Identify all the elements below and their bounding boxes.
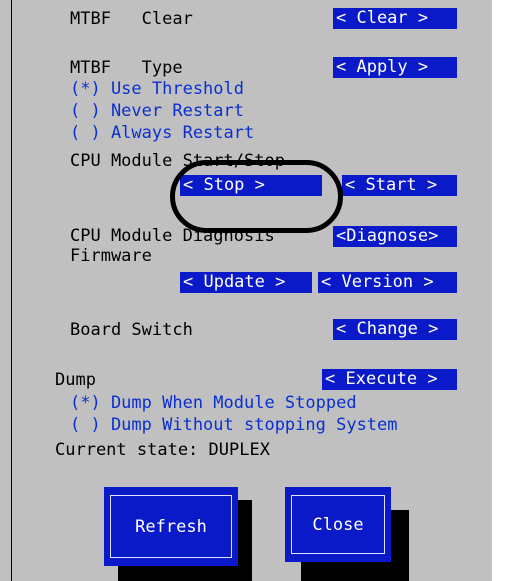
apply-button[interactable]: < Apply > bbox=[333, 57, 457, 78]
update-button[interactable]: < Update > bbox=[180, 272, 312, 293]
radio-never-restart[interactable]: ( ) Never Restart bbox=[70, 101, 244, 121]
dump-label: Dump bbox=[55, 370, 96, 390]
radio-always-restart[interactable]: ( ) Always Restart bbox=[70, 123, 254, 143]
diagnose-button[interactable]: <Diagnose> bbox=[333, 226, 457, 247]
close-button[interactable]: Close bbox=[285, 487, 391, 562]
tui-window: MTBF Clear < Clear > MTBF Type < Apply >… bbox=[0, 0, 492, 581]
change-button[interactable]: < Change > bbox=[333, 319, 457, 340]
mtbf-clear-label: MTBF Clear bbox=[70, 9, 193, 29]
refresh-button-label: Refresh bbox=[135, 516, 207, 537]
stop-button[interactable]: < Stop > bbox=[180, 175, 322, 196]
refresh-button[interactable]: Refresh bbox=[104, 487, 238, 566]
left-border-line bbox=[11, 0, 12, 581]
version-button[interactable]: < Version > bbox=[318, 272, 457, 293]
cpu-start-stop-label: CPU Module Start/Stop bbox=[70, 151, 285, 171]
radio-dump-when-stopped[interactable]: (*) Dump When Module Stopped bbox=[70, 393, 357, 413]
firmware-label: Firmware bbox=[70, 246, 152, 266]
radio-use-threshold[interactable]: (*) Use Threshold bbox=[70, 79, 244, 99]
close-button-label: Close bbox=[312, 514, 364, 535]
cpu-diagnosis-label: CPU Module Diagnosis bbox=[70, 226, 275, 246]
clear-button[interactable]: < Clear > bbox=[333, 8, 457, 29]
current-state-text: Current state: DUPLEX bbox=[55, 440, 270, 460]
radio-dump-without-stopping[interactable]: ( ) Dump Without stopping System bbox=[70, 415, 398, 435]
mtbf-type-label: MTBF Type bbox=[70, 58, 183, 78]
right-margin bbox=[492, 0, 506, 581]
start-button[interactable]: < Start > bbox=[342, 175, 457, 196]
execute-button[interactable]: < Execute > bbox=[322, 369, 457, 390]
board-switch-label: Board Switch bbox=[70, 320, 193, 340]
